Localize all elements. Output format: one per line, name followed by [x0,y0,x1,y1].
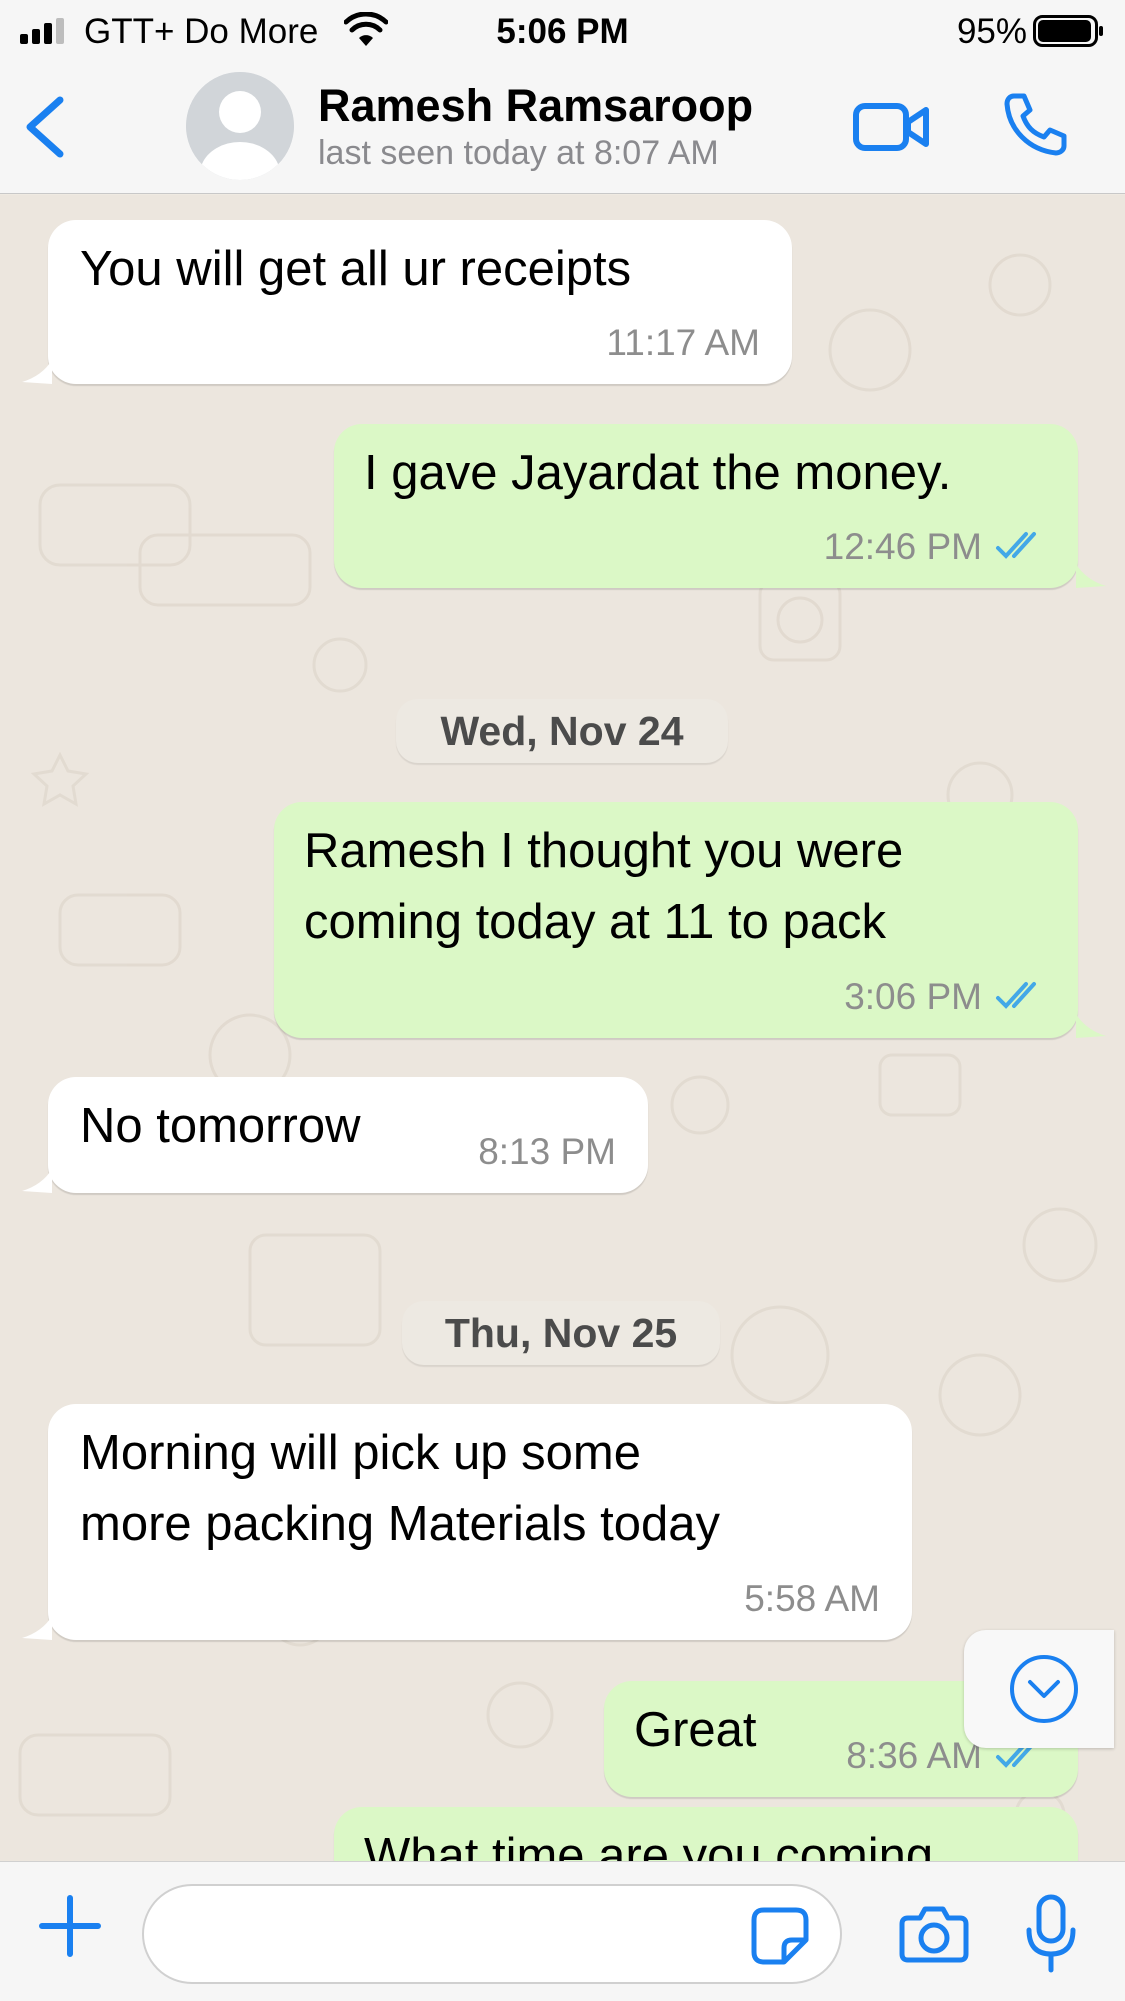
message-bubble-incoming[interactable]: Morning will pick up some more packing M… [48,1404,912,1640]
message-time: 11:17 AM [606,322,760,363]
phone-icon[interactable] [1000,90,1070,158]
message-text: Ramesh I thought you were coming today a… [304,824,904,949]
sticker-icon[interactable] [750,1906,810,1966]
message-bubble-incoming[interactable]: No tomorrow 8:13 PM [48,1077,648,1193]
message-time: 8:36 AM [846,1735,982,1776]
date-separator: Wed, Nov 24 [396,699,728,763]
message-text: Great [634,1703,757,1757]
plus-icon[interactable] [38,1894,102,1958]
chat-header: Ramesh Ramsaroop last seen today at 8:07… [0,62,1125,194]
avatar[interactable] [186,72,294,180]
read-receipt-icon [996,982,1036,1009]
bubble-tail [22,1169,52,1193]
last-seen-status: last seen today at 8:07 AM [318,134,719,172]
video-camera-icon[interactable] [852,96,932,156]
bubble-tail [1076,564,1106,588]
message-text: You will get all ur receipts [80,242,632,296]
message-text: What time are you coming [364,1829,934,1861]
message-time: 8:13 PM [478,1131,616,1172]
message-text: No tomorrow [80,1099,361,1153]
message-time: 3:06 PM [844,976,982,1017]
message-text: I gave Jayardat the money. [364,446,952,500]
message-time: 12:46 PM [823,526,982,567]
date-separator: Thu, Nov 25 [402,1301,720,1365]
bubble-tail [22,360,52,384]
battery-icon [1033,15,1103,47]
status-bar: GTT+ Do More 5:06 PM 95% [0,0,1125,62]
read-receipt-icon [996,532,1036,559]
bubble-tail [22,1616,52,1640]
bubble-tail [1076,1014,1106,1038]
scroll-to-bottom-button[interactable] [964,1630,1114,1748]
chat-area[interactable]: You will get all ur receipts 11:17 AM I … [0,195,1125,1861]
message-bubble-outgoing[interactable]: I gave Jayardat the money. 12:46 PM [334,424,1078,588]
message-time: 5:58 AM [744,1578,880,1619]
message-text: Morning will pick up some more packing M… [80,1426,721,1551]
camera-icon[interactable] [898,1904,970,1964]
input-bar [0,1861,1125,2001]
contact-name[interactable]: Ramesh Ramsaroop [318,80,753,132]
battery-percentage: 95% [956,12,1027,51]
message-bubble-outgoing[interactable]: Ramesh I thought you were coming today a… [274,802,1078,1038]
chevron-down-circle-icon [1010,1655,1078,1723]
message-input[interactable] [142,1884,842,1984]
message-bubble-incoming[interactable]: You will get all ur receipts 11:17 AM [48,220,792,384]
chevron-left-icon[interactable] [22,96,68,158]
message-bubble-outgoing[interactable]: What time are you coming [334,1807,1078,1861]
microphone-icon[interactable] [1024,1894,1078,1974]
